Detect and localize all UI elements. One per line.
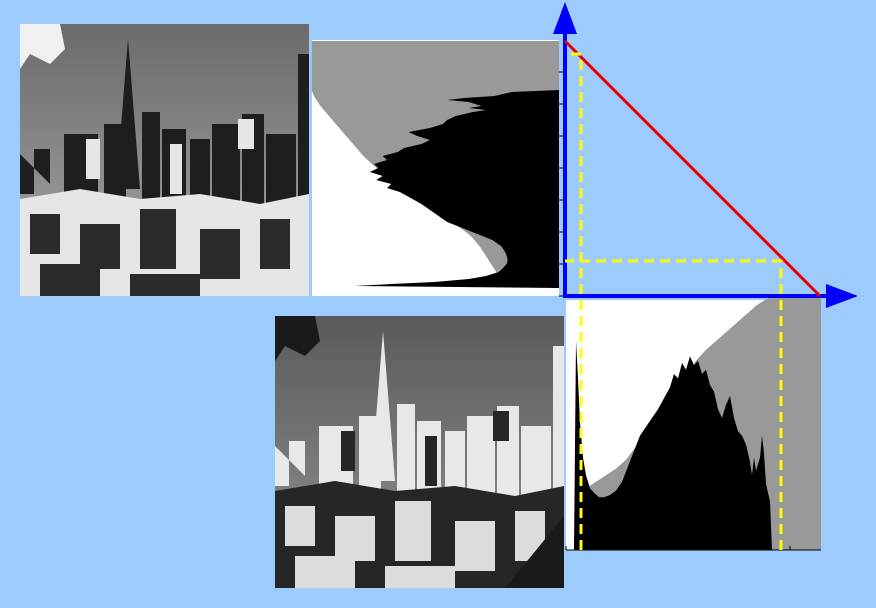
y-axis-ticks (559, 71, 563, 297)
transfer-plot (553, 2, 858, 308)
rotated-histogram-panel (311, 40, 559, 296)
transfer-curve (563, 39, 822, 298)
input-image (275, 316, 564, 588)
input-histogram-panel (565, 297, 821, 551)
output-image (20, 24, 309, 296)
